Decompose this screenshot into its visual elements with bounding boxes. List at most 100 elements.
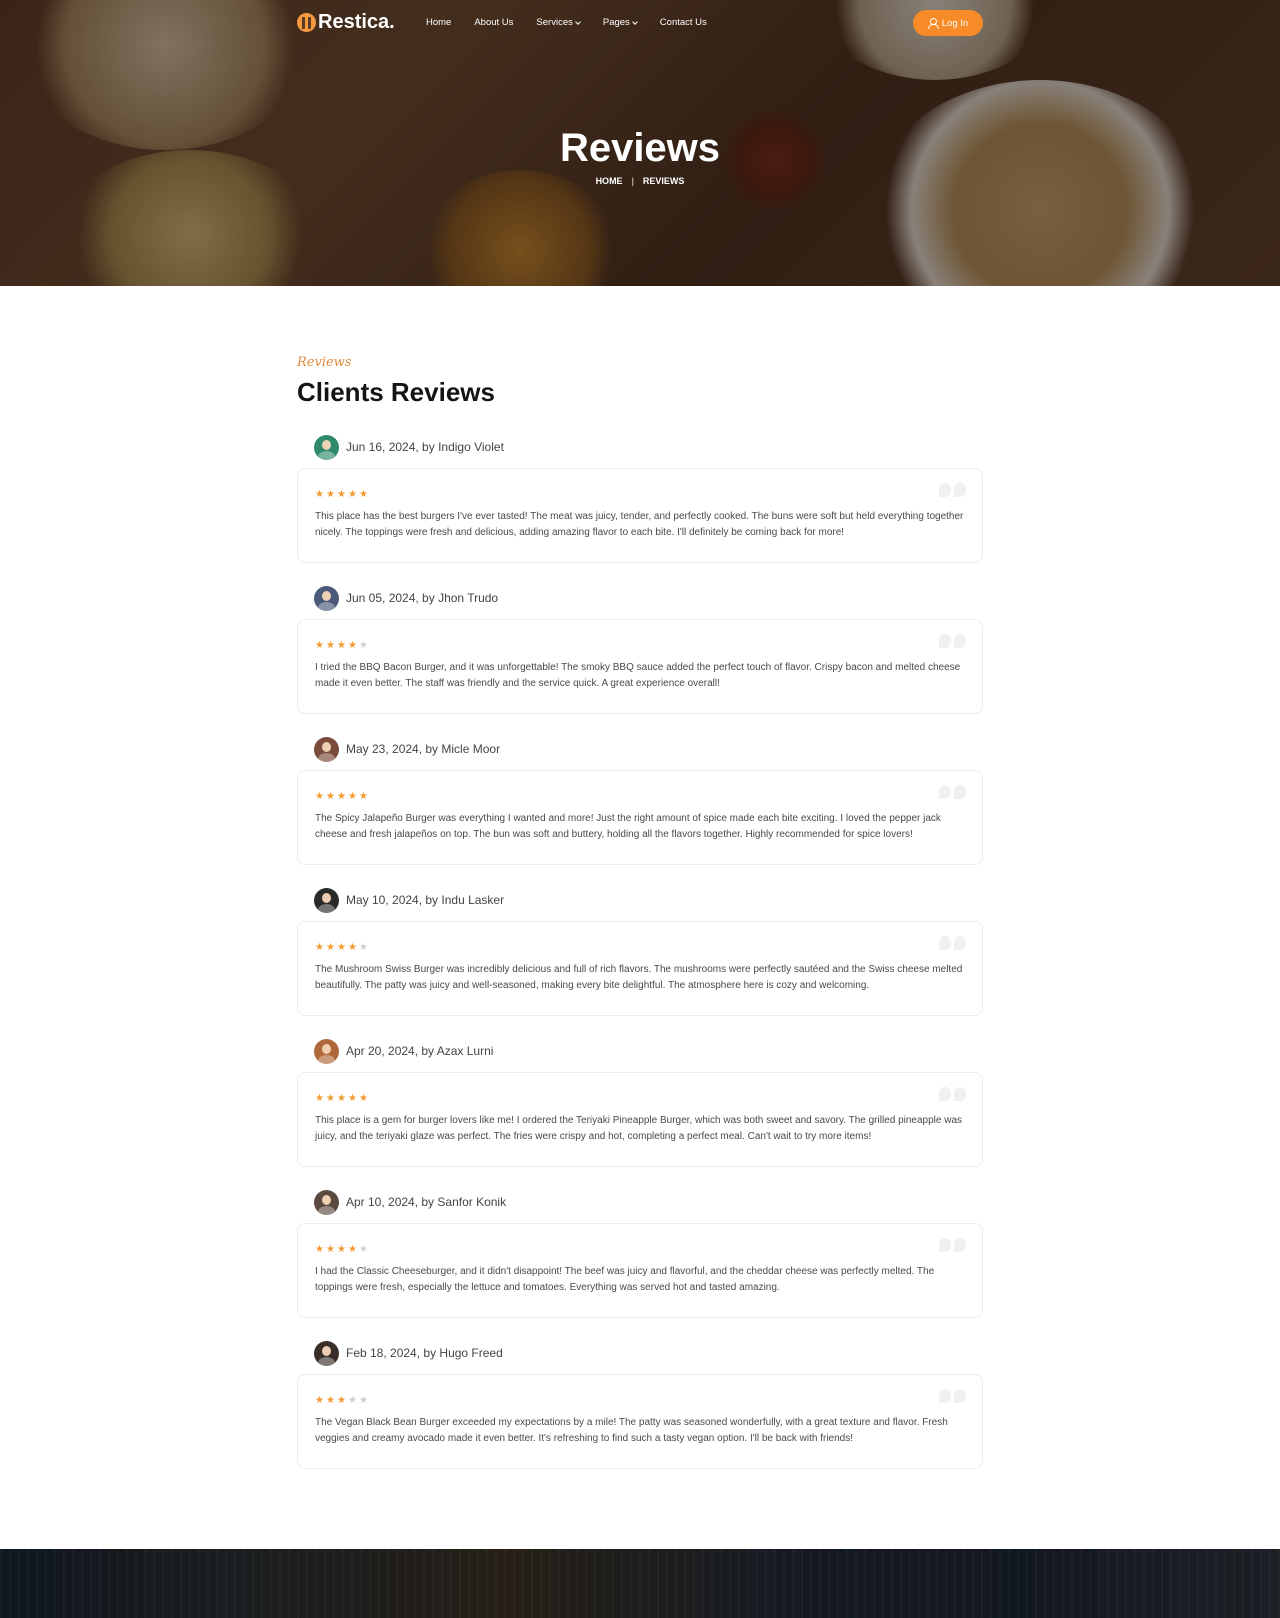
review-text: I had the Classic Cheeseburger, and it d… bbox=[315, 1266, 935, 1293]
review-text: The Mushroom Swiss Burger was incredibly… bbox=[315, 964, 963, 991]
star-icon: ★ bbox=[315, 1244, 324, 1255]
review-text: This place has the best burgers I've eve… bbox=[315, 511, 964, 538]
star-icon: ★ bbox=[348, 489, 357, 500]
star-icon: ★ bbox=[337, 1093, 346, 1104]
avatar bbox=[314, 1340, 339, 1366]
avatar bbox=[314, 887, 339, 913]
top-navigation: Restica. Home About Us Services Pages Co… bbox=[0, 0, 1280, 46]
star-icon: ★ bbox=[315, 489, 324, 500]
section-eyebrow: Reviews bbox=[297, 355, 352, 370]
quote-icon bbox=[939, 1087, 966, 1101]
star-icon: ★ bbox=[337, 489, 346, 500]
star-rating: ★ ★ ★ ★ ★ bbox=[315, 1094, 965, 1104]
review-date-author: May 23, 2024, by Micle Moor bbox=[346, 742, 501, 756]
nav-item-home[interactable]: Home bbox=[426, 17, 451, 28]
avatar bbox=[314, 1189, 339, 1215]
star-icon: ★ bbox=[348, 791, 357, 802]
nav-item-contact-us[interactable]: Contact Us bbox=[660, 17, 707, 28]
review-header: Feb 18, 2024, by Hugo Freed bbox=[314, 1340, 983, 1366]
review-card: ★ ★ ★ ★ ★ I tried the BBQ Bacon Burger, and i… bbox=[297, 619, 983, 714]
avatar bbox=[314, 1038, 339, 1064]
star-rating: ★ ★ ★ ★ ★ bbox=[315, 792, 965, 802]
quote-icon bbox=[939, 1389, 966, 1403]
review-date-author: May 10, 2024, by Indu Lasker bbox=[346, 893, 505, 907]
review-header: Jun 16, 2024, by Indigo Violet bbox=[314, 434, 983, 460]
star-rating: ★ ★ ★ ★ ★ bbox=[315, 943, 965, 953]
star-icon: ★ bbox=[359, 640, 368, 651]
review-card: ★ ★ ★ ★ ★ I had the Classic Cheeseburger, and… bbox=[297, 1223, 983, 1318]
quote-icon bbox=[939, 785, 966, 799]
review-card: ★ ★ ★ ★ ★ The Vegan Black Bean Burger exceede… bbox=[297, 1374, 983, 1469]
main-menu: Home About Us Services Pages Contact Us bbox=[426, 17, 707, 28]
review-card: ★ ★ ★ ★ ★ The Spicy Jalapeño Burger was every… bbox=[297, 770, 983, 865]
login-button[interactable]: Log In bbox=[913, 10, 983, 36]
review-text: The Vegan Black Bean Burger exceeded my … bbox=[315, 1417, 948, 1444]
brand-name: Restica. bbox=[318, 11, 395, 33]
chevron-down-icon bbox=[575, 18, 581, 25]
star-icon: ★ bbox=[326, 489, 335, 500]
star-icon: ★ bbox=[315, 942, 324, 953]
review-date-author: Jun 05, 2024, by Jhon Trudo bbox=[346, 591, 499, 605]
review-header: Jun 05, 2024, by Jhon Trudo bbox=[314, 585, 983, 611]
star-icon: ★ bbox=[326, 791, 335, 802]
review-item: Jun 16, 2024, by Indigo Violet ★ ★ ★ ★ ★ This … bbox=[297, 434, 983, 563]
quote-icon bbox=[939, 1238, 966, 1252]
nav-item-services[interactable]: Services bbox=[536, 17, 581, 28]
quote-icon bbox=[939, 634, 966, 648]
breadcrumb: HOME | REVIEWS bbox=[0, 176, 1280, 186]
review-header: Apr 10, 2024, by Sanfor Konik bbox=[314, 1189, 983, 1215]
star-icon: ★ bbox=[359, 1395, 368, 1406]
star-icon: ★ bbox=[337, 942, 346, 953]
hero-banner: Restica. Home About Us Services Pages Co… bbox=[0, 0, 1280, 286]
star-icon: ★ bbox=[315, 1093, 324, 1104]
star-icon: ★ bbox=[348, 640, 357, 651]
review-text: The Spicy Jalapeño Burger was everything… bbox=[315, 813, 941, 840]
page-title: Reviews bbox=[559, 126, 721, 170]
star-rating: ★ ★ ★ ★ ★ bbox=[315, 490, 965, 500]
star-icon: ★ bbox=[348, 1093, 357, 1104]
review-date-author: Apr 10, 2024, by Sanfor Konik bbox=[346, 1195, 507, 1209]
star-icon: ★ bbox=[326, 1244, 335, 1255]
star-icon: ★ bbox=[337, 1395, 346, 1406]
review-item: May 23, 2024, by Micle Moor ★ ★ ★ ★ ★ The Spic… bbox=[297, 736, 983, 865]
star-icon: ★ bbox=[337, 640, 346, 651]
user-icon bbox=[927, 18, 939, 29]
avatar bbox=[314, 736, 339, 762]
star-icon: ★ bbox=[359, 942, 368, 953]
star-icon: ★ bbox=[359, 1093, 368, 1104]
star-icon: ★ bbox=[315, 791, 324, 802]
avatar bbox=[314, 434, 339, 460]
star-icon: ★ bbox=[337, 791, 346, 802]
chevron-down-icon bbox=[631, 18, 638, 25]
quote-icon bbox=[939, 936, 966, 950]
review-text: I tried the BBQ Bacon Burger, and it was… bbox=[315, 662, 961, 689]
review-item: Jun 05, 2024, by Jhon Trudo ★ ★ ★ ★ ★ I tried … bbox=[297, 585, 983, 714]
star-rating: ★ ★ ★ ★ ★ bbox=[315, 641, 965, 651]
brand-logo[interactable]: Restica. bbox=[297, 11, 395, 34]
review-date-author: Jun 16, 2024, by Indigo Violet bbox=[346, 440, 504, 454]
star-icon: ★ bbox=[315, 640, 324, 651]
review-text: This place is a gem for burger lovers li… bbox=[315, 1115, 963, 1142]
breadcrumb-separator: | bbox=[631, 176, 634, 186]
utensils-icon bbox=[297, 13, 316, 32]
star-icon: ★ bbox=[326, 640, 335, 651]
footer-background-image bbox=[0, 1549, 1280, 1618]
review-header: May 23, 2024, by Micle Moor bbox=[314, 736, 983, 762]
review-item: May 10, 2024, by Indu Lasker ★ ★ ★ ★ ★ The Mus… bbox=[297, 887, 983, 1016]
nav-item-about-us[interactable]: About Us bbox=[474, 17, 513, 28]
star-icon: ★ bbox=[326, 942, 335, 953]
nav-item-pages[interactable]: Pages bbox=[603, 17, 638, 28]
quote-icon bbox=[939, 483, 966, 497]
star-icon: ★ bbox=[326, 1395, 335, 1406]
review-item: Feb 18, 2024, by Hugo Freed ★ ★ ★ ★ ★ The Vega… bbox=[297, 1340, 983, 1469]
star-icon: ★ bbox=[359, 489, 368, 500]
breadcrumb-current: REVIEWS bbox=[642, 176, 685, 186]
star-icon: ★ bbox=[337, 1244, 346, 1255]
star-icon: ★ bbox=[348, 942, 357, 953]
review-item: Apr 10, 2024, by Sanfor Konik ★ ★ ★ ★ ★ I had … bbox=[297, 1189, 983, 1318]
review-date-author: Apr 20, 2024, by Azax Lurni bbox=[346, 1044, 494, 1058]
star-icon: ★ bbox=[359, 1244, 368, 1255]
star-icon: ★ bbox=[348, 1395, 357, 1406]
breadcrumb-home[interactable]: HOME bbox=[596, 176, 623, 186]
review-date-author: Feb 18, 2024, by Hugo Freed bbox=[346, 1346, 503, 1360]
